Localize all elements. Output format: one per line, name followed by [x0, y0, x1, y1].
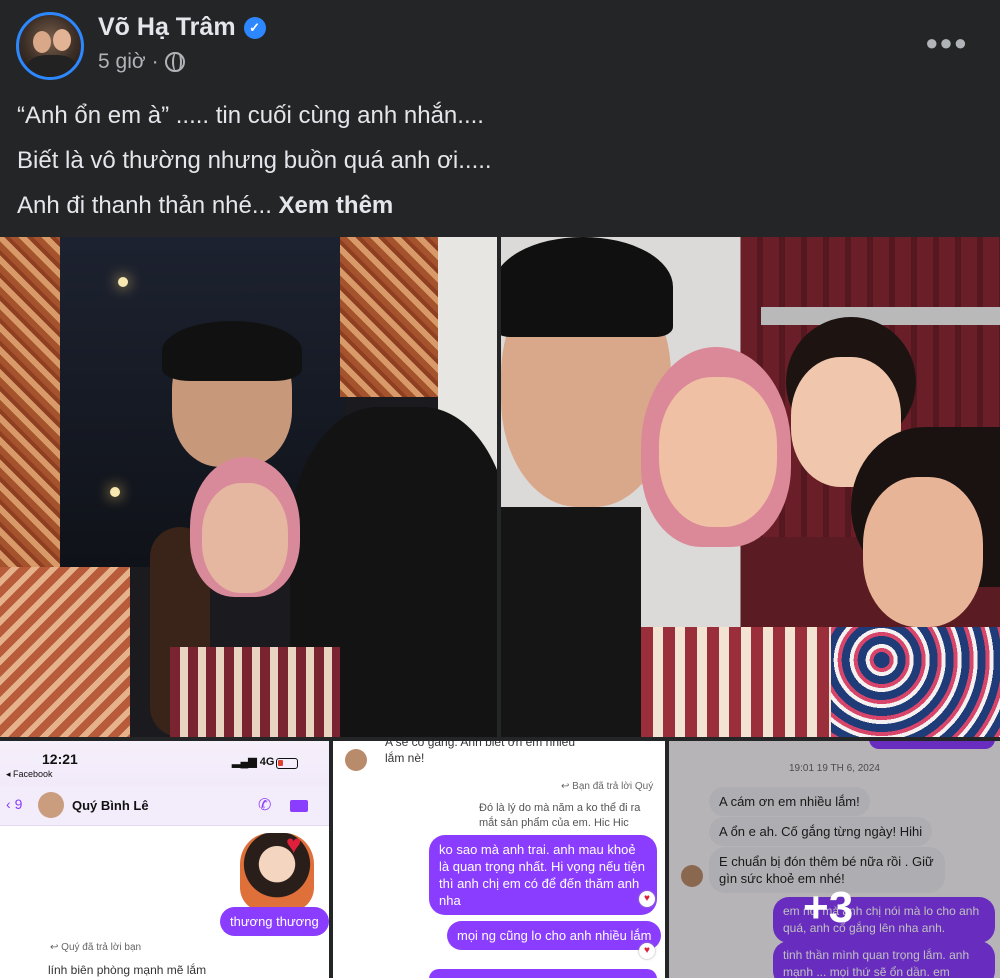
back-chevron-icon: ‹ 9	[6, 796, 23, 812]
post-photo-3-chat[interactable]: 12:21 ◂ Facebook ▂▄▆ 4G ‹ 9 Quý Bình Lê …	[0, 741, 329, 978]
post-photo-1[interactable]	[0, 237, 497, 737]
post-text-line: Anh đi thanh thản nhé... Xem thêm	[17, 183, 987, 228]
message-out-2: mọi ng cũng lo cho anh nhiều lắm	[447, 921, 662, 950]
post-photo-2[interactable]	[501, 237, 1000, 737]
network-label: 4G	[259, 756, 275, 768]
see-more-link[interactable]: Xem thêm	[279, 192, 394, 219]
status-time: 12:21	[42, 751, 78, 767]
message-out-3	[429, 969, 657, 978]
post-text-line-3: Anh đi thanh thản nhé...	[17, 192, 272, 219]
message-out: thương thương	[220, 907, 329, 936]
author-name[interactable]: Võ Hạ Trâm	[98, 13, 236, 42]
post-time[interactable]: 5 giờ	[98, 50, 146, 74]
avatar-sticker	[240, 833, 314, 911]
phone-icon: ✆	[258, 797, 272, 814]
chat-header: ‹ 9 Quý Bình Lê ✆	[0, 786, 329, 826]
post-photo-4-chat[interactable]: A sẽ cố gắng. Anh biết ơn em nhiều lắm n…	[333, 741, 665, 978]
more-photos-count: +3	[803, 883, 854, 932]
contact-avatar	[345, 749, 367, 771]
post-header: Võ Hạ Trâm ✓ 5 giờ · ●●●	[0, 0, 1000, 90]
battery-icon	[276, 758, 298, 769]
message-cut: lính biên phòng mạnh mẽ lắm	[48, 963, 207, 977]
contact-name: Quý Bình Lê	[72, 798, 149, 813]
author-name-row: Võ Hạ Trâm ✓	[98, 13, 266, 42]
message-in-2: lắm nè!	[385, 751, 425, 765]
heart-reaction-icon: ♥	[639, 891, 655, 907]
globe-icon	[164, 52, 185, 72]
post-text-line: Biết là vô thường nhưng buồn quá anh ơi.…	[17, 147, 492, 174]
more-options-icon[interactable]: ●●●	[925, 30, 968, 56]
back-to-app: ◂ Facebook	[6, 769, 53, 779]
verified-badge-icon: ✓	[243, 16, 266, 39]
author-avatar[interactable]	[16, 12, 84, 80]
post-text: “Anh ổn em à” ..... tin cuối cùng anh nh…	[17, 93, 987, 228]
quoted-message: Đó là lý do mà năm a ko thể đi ra mắt sả…	[479, 802, 641, 829]
more-photos-overlay[interactable]: +3	[669, 741, 1000, 978]
heart-icon: ♥	[286, 829, 302, 859]
unread-count: 9	[14, 796, 23, 812]
post-text-line: “Anh ổn em à” ..... tin cuối cùng anh nh…	[17, 102, 484, 129]
contact-avatar	[38, 792, 64, 818]
message-out: ko sao mà anh trai. anh mau khoẻ là quan…	[429, 835, 657, 915]
heart-reaction-icon: ♥	[639, 943, 655, 959]
reply-note: ↩ Bạn đã trả lời Quý	[561, 781, 654, 792]
post-meta: 5 giờ ·	[98, 50, 185, 74]
video-icon	[290, 800, 308, 812]
signal-icon: ▂▄▆ 4G	[232, 756, 275, 768]
message-in: A sẽ cố gắng. Anh biết ơn em nhiều	[385, 741, 576, 749]
reply-note: ↩ Quý đã trả lời bạn	[50, 942, 142, 953]
